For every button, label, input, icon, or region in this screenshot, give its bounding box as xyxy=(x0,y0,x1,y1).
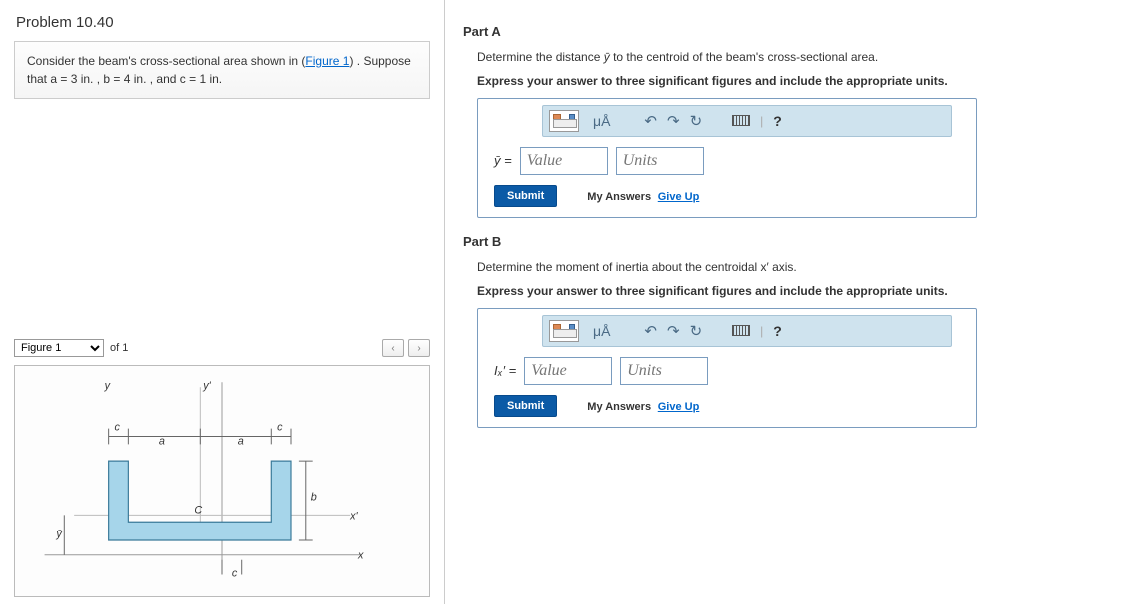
left-panel: Problem 10.40 Consider the beam's cross-… xyxy=(0,0,444,604)
figure-of-label: of 1 xyxy=(110,342,128,354)
figure-link[interactable]: Figure 1 xyxy=(305,54,349,68)
part-b-my-answers: My Answers xyxy=(587,401,651,413)
part-b-submit-button[interactable]: Submit xyxy=(494,395,557,417)
part-b-toolbar: μÅ ↶ ↷ ↻ | ? xyxy=(542,315,952,347)
figure-next-button[interactable]: › xyxy=(408,339,430,357)
svg-text:y': y' xyxy=(202,380,211,392)
problem-statement: Consider the beam's cross-sectional area… xyxy=(14,41,430,99)
redo-icon[interactable]: ↷ xyxy=(667,112,680,130)
units-mua-button[interactable]: μÅ xyxy=(589,113,614,129)
part-b-prompt-text: Determine the moment of inertia about th… xyxy=(477,260,797,274)
part-a-submit-row: Submit My Answers Give Up xyxy=(494,185,968,207)
svg-text:x': x' xyxy=(349,510,358,522)
part-a-answer-box: μÅ ↶ ↷ ↻ | ? ȳ = Submit My Answers Give … xyxy=(477,98,977,218)
svg-text:C: C xyxy=(194,504,202,516)
svg-text:a: a xyxy=(159,435,165,447)
part-b-submit-row: Submit My Answers Give Up xyxy=(494,395,968,417)
part-b-answer-box: μÅ ↶ ↷ ↻ | ? Iₓ′ = Submit My Answers Giv… xyxy=(477,308,977,428)
figure-prev-button[interactable]: ‹ xyxy=(382,339,404,357)
part-a-value-input[interactable] xyxy=(520,147,608,175)
svg-text:b: b xyxy=(311,492,317,504)
part-b-instruction: Express your answer to three significant… xyxy=(463,282,1111,308)
part-b-give-up-link[interactable]: Give Up xyxy=(658,401,700,413)
part-b-var-label: Iₓ′ = xyxy=(494,363,516,378)
svg-text:c: c xyxy=(232,567,238,579)
part-a-prompt-before: Determine the distance xyxy=(477,50,604,64)
part-b-input-row: Iₓ′ = xyxy=(494,357,968,385)
part-a-instruction: Express your answer to three significant… xyxy=(463,72,1111,98)
figure-selector-bar: Figure 1 of 1 ‹ › xyxy=(6,339,438,357)
svg-text:a: a xyxy=(238,435,244,447)
part-b-units-input[interactable] xyxy=(620,357,708,385)
svg-text:ȳ: ȳ xyxy=(55,528,62,540)
part-a-input-row: ȳ = xyxy=(494,147,968,175)
help-icon[interactable]: ? xyxy=(773,323,782,339)
part-a-submit-button[interactable]: Submit xyxy=(494,185,557,207)
toolbar-separator: | xyxy=(760,324,763,338)
undo-icon[interactable]: ↶ xyxy=(644,112,657,130)
svg-text:c: c xyxy=(115,422,121,434)
part-a-give-up-link[interactable]: Give Up xyxy=(658,191,700,203)
svg-text:x: x xyxy=(357,550,364,562)
keyboard-icon[interactable] xyxy=(732,325,750,336)
right-panel: Part A Determine the distance ȳ to the c… xyxy=(444,0,1121,604)
part-b-prompt: Determine the moment of inertia about th… xyxy=(463,257,1111,282)
undo-icon[interactable]: ↶ xyxy=(644,322,657,340)
templates-icon[interactable] xyxy=(549,320,579,342)
part-a-prompt: Determine the distance ȳ to the centroid… xyxy=(463,47,1111,72)
part-a-toolbar: μÅ ↶ ↷ ↻ | ? xyxy=(542,105,952,137)
part-a-prompt-after: to the centroid of the beam's cross-sect… xyxy=(610,50,878,64)
help-icon[interactable]: ? xyxy=(773,113,782,129)
problem-text-before: Consider the beam's cross-sectional area… xyxy=(27,54,305,68)
toolbar-separator: | xyxy=(760,114,763,128)
part-a-my-answers: My Answers xyxy=(587,191,651,203)
part-b-value-input[interactable] xyxy=(524,357,612,385)
svg-text:y: y xyxy=(104,380,111,392)
problem-title: Problem 10.40 xyxy=(6,8,438,41)
templates-icon[interactable] xyxy=(549,110,579,132)
figure-image: x y y' x' a a c c C b c ȳ xyxy=(14,365,430,597)
svg-text:c: c xyxy=(277,422,283,434)
part-b-title: Part B xyxy=(463,218,1111,257)
part-a-units-input[interactable] xyxy=(616,147,704,175)
part-a-var-label: ȳ = xyxy=(494,153,512,168)
figure-dropdown[interactable]: Figure 1 xyxy=(14,339,104,357)
units-mua-button[interactable]: μÅ xyxy=(589,323,614,339)
reset-icon[interactable]: ↻ xyxy=(690,112,703,130)
part-a-title: Part A xyxy=(463,8,1111,47)
redo-icon[interactable]: ↷ xyxy=(667,322,680,340)
reset-icon[interactable]: ↻ xyxy=(690,322,703,340)
keyboard-icon[interactable] xyxy=(732,115,750,126)
